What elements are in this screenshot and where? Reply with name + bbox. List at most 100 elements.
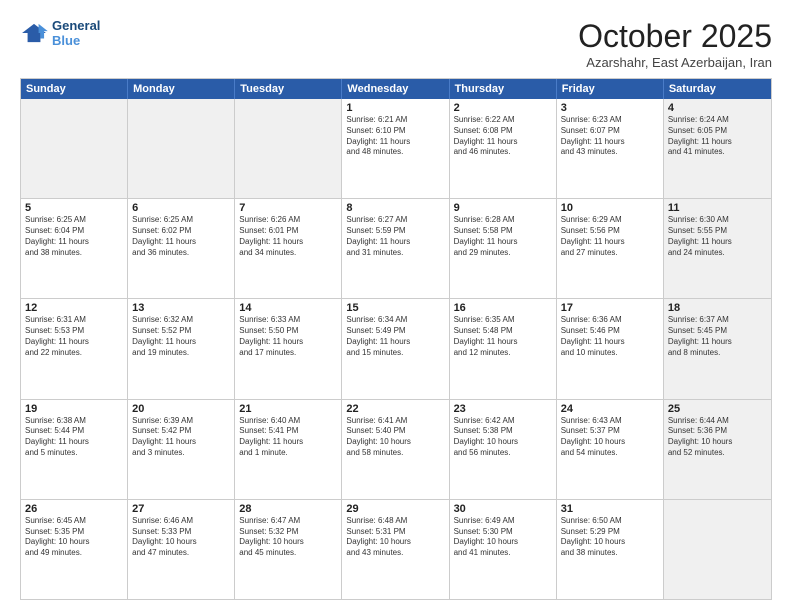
day-info: Sunrise: 6:50 AM Sunset: 5:29 PM Dayligh… <box>561 516 659 559</box>
cal-cell: 15Sunrise: 6:34 AM Sunset: 5:49 PM Dayli… <box>342 299 449 398</box>
logo-text: General Blue <box>52 18 100 48</box>
cal-cell: 10Sunrise: 6:29 AM Sunset: 5:56 PM Dayli… <box>557 199 664 298</box>
cal-cell: 23Sunrise: 6:42 AM Sunset: 5:38 PM Dayli… <box>450 400 557 499</box>
week-row-2: 5Sunrise: 6:25 AM Sunset: 6:04 PM Daylig… <box>21 199 771 299</box>
week-row-1: 1Sunrise: 6:21 AM Sunset: 6:10 PM Daylig… <box>21 99 771 199</box>
cal-cell: 14Sunrise: 6:33 AM Sunset: 5:50 PM Dayli… <box>235 299 342 398</box>
cal-cell: 19Sunrise: 6:38 AM Sunset: 5:44 PM Dayli… <box>21 400 128 499</box>
calendar-body: 1Sunrise: 6:21 AM Sunset: 6:10 PM Daylig… <box>21 99 771 599</box>
day-info: Sunrise: 6:41 AM Sunset: 5:40 PM Dayligh… <box>346 416 444 459</box>
day-number: 24 <box>561 403 659 415</box>
cal-cell: 8Sunrise: 6:27 AM Sunset: 5:59 PM Daylig… <box>342 199 449 298</box>
day-number: 26 <box>25 503 123 515</box>
logo-icon <box>20 22 48 44</box>
header-day-saturday: Saturday <box>664 79 771 99</box>
day-info: Sunrise: 6:48 AM Sunset: 5:31 PM Dayligh… <box>346 516 444 559</box>
cal-cell: 22Sunrise: 6:41 AM Sunset: 5:40 PM Dayli… <box>342 400 449 499</box>
cal-cell: 20Sunrise: 6:39 AM Sunset: 5:42 PM Dayli… <box>128 400 235 499</box>
day-number: 11 <box>668 202 767 214</box>
cal-cell: 7Sunrise: 6:26 AM Sunset: 6:01 PM Daylig… <box>235 199 342 298</box>
day-info: Sunrise: 6:28 AM Sunset: 5:58 PM Dayligh… <box>454 215 552 258</box>
day-number: 5 <box>25 202 123 214</box>
cal-cell: 11Sunrise: 6:30 AM Sunset: 5:55 PM Dayli… <box>664 199 771 298</box>
cal-cell <box>235 99 342 198</box>
day-number: 20 <box>132 403 230 415</box>
day-number: 30 <box>454 503 552 515</box>
cal-cell <box>21 99 128 198</box>
month-title: October 2025 <box>578 18 772 55</box>
day-number: 31 <box>561 503 659 515</box>
cal-cell: 12Sunrise: 6:31 AM Sunset: 5:53 PM Dayli… <box>21 299 128 398</box>
header-day-sunday: Sunday <box>21 79 128 99</box>
cal-cell: 27Sunrise: 6:46 AM Sunset: 5:33 PM Dayli… <box>128 500 235 599</box>
calendar: SundayMondayTuesdayWednesdayThursdayFrid… <box>20 78 772 600</box>
header-day-wednesday: Wednesday <box>342 79 449 99</box>
cal-cell: 2Sunrise: 6:22 AM Sunset: 6:08 PM Daylig… <box>450 99 557 198</box>
day-info: Sunrise: 6:39 AM Sunset: 5:42 PM Dayligh… <box>132 416 230 459</box>
cal-cell: 1Sunrise: 6:21 AM Sunset: 6:10 PM Daylig… <box>342 99 449 198</box>
day-info: Sunrise: 6:42 AM Sunset: 5:38 PM Dayligh… <box>454 416 552 459</box>
day-number: 8 <box>346 202 444 214</box>
cal-cell: 16Sunrise: 6:35 AM Sunset: 5:48 PM Dayli… <box>450 299 557 398</box>
day-info: Sunrise: 6:36 AM Sunset: 5:46 PM Dayligh… <box>561 315 659 358</box>
day-number: 22 <box>346 403 444 415</box>
cal-cell: 31Sunrise: 6:50 AM Sunset: 5:29 PM Dayli… <box>557 500 664 599</box>
day-info: Sunrise: 6:45 AM Sunset: 5:35 PM Dayligh… <box>25 516 123 559</box>
day-number: 28 <box>239 503 337 515</box>
day-info: Sunrise: 6:27 AM Sunset: 5:59 PM Dayligh… <box>346 215 444 258</box>
day-number: 4 <box>668 102 767 114</box>
day-info: Sunrise: 6:37 AM Sunset: 5:45 PM Dayligh… <box>668 315 767 358</box>
week-row-4: 19Sunrise: 6:38 AM Sunset: 5:44 PM Dayli… <box>21 400 771 500</box>
logo: General Blue <box>20 18 100 48</box>
day-info: Sunrise: 6:21 AM Sunset: 6:10 PM Dayligh… <box>346 115 444 158</box>
day-number: 13 <box>132 302 230 314</box>
day-number: 14 <box>239 302 337 314</box>
day-number: 19 <box>25 403 123 415</box>
cal-cell: 9Sunrise: 6:28 AM Sunset: 5:58 PM Daylig… <box>450 199 557 298</box>
day-info: Sunrise: 6:30 AM Sunset: 5:55 PM Dayligh… <box>668 215 767 258</box>
cal-cell: 26Sunrise: 6:45 AM Sunset: 5:35 PM Dayli… <box>21 500 128 599</box>
day-number: 9 <box>454 202 552 214</box>
title-block: October 2025 Azarshahr, East Azerbaijan,… <box>578 18 772 70</box>
day-info: Sunrise: 6:26 AM Sunset: 6:01 PM Dayligh… <box>239 215 337 258</box>
day-info: Sunrise: 6:43 AM Sunset: 5:37 PM Dayligh… <box>561 416 659 459</box>
cal-cell: 28Sunrise: 6:47 AM Sunset: 5:32 PM Dayli… <box>235 500 342 599</box>
header: General Blue October 2025 Azarshahr, Eas… <box>20 18 772 70</box>
day-number: 17 <box>561 302 659 314</box>
day-info: Sunrise: 6:44 AM Sunset: 5:36 PM Dayligh… <box>668 416 767 459</box>
day-info: Sunrise: 6:47 AM Sunset: 5:32 PM Dayligh… <box>239 516 337 559</box>
location: Azarshahr, East Azerbaijan, Iran <box>578 55 772 70</box>
day-number: 7 <box>239 202 337 214</box>
cal-cell: 13Sunrise: 6:32 AM Sunset: 5:52 PM Dayli… <box>128 299 235 398</box>
day-number: 3 <box>561 102 659 114</box>
day-info: Sunrise: 6:22 AM Sunset: 6:08 PM Dayligh… <box>454 115 552 158</box>
header-day-thursday: Thursday <box>450 79 557 99</box>
cal-cell: 3Sunrise: 6:23 AM Sunset: 6:07 PM Daylig… <box>557 99 664 198</box>
week-row-3: 12Sunrise: 6:31 AM Sunset: 5:53 PM Dayli… <box>21 299 771 399</box>
cal-cell: 30Sunrise: 6:49 AM Sunset: 5:30 PM Dayli… <box>450 500 557 599</box>
day-number: 1 <box>346 102 444 114</box>
day-number: 15 <box>346 302 444 314</box>
cal-cell: 5Sunrise: 6:25 AM Sunset: 6:04 PM Daylig… <box>21 199 128 298</box>
day-number: 2 <box>454 102 552 114</box>
page: General Blue October 2025 Azarshahr, Eas… <box>0 0 792 612</box>
day-info: Sunrise: 6:25 AM Sunset: 6:02 PM Dayligh… <box>132 215 230 258</box>
day-number: 6 <box>132 202 230 214</box>
day-number: 12 <box>25 302 123 314</box>
cal-cell: 24Sunrise: 6:43 AM Sunset: 5:37 PM Dayli… <box>557 400 664 499</box>
cal-cell: 25Sunrise: 6:44 AM Sunset: 5:36 PM Dayli… <box>664 400 771 499</box>
day-info: Sunrise: 6:49 AM Sunset: 5:30 PM Dayligh… <box>454 516 552 559</box>
day-info: Sunrise: 6:40 AM Sunset: 5:41 PM Dayligh… <box>239 416 337 459</box>
header-day-monday: Monday <box>128 79 235 99</box>
day-info: Sunrise: 6:24 AM Sunset: 6:05 PM Dayligh… <box>668 115 767 158</box>
day-number: 27 <box>132 503 230 515</box>
day-info: Sunrise: 6:25 AM Sunset: 6:04 PM Dayligh… <box>25 215 123 258</box>
day-number: 16 <box>454 302 552 314</box>
day-info: Sunrise: 6:33 AM Sunset: 5:50 PM Dayligh… <box>239 315 337 358</box>
cal-cell: 21Sunrise: 6:40 AM Sunset: 5:41 PM Dayli… <box>235 400 342 499</box>
cal-cell: 29Sunrise: 6:48 AM Sunset: 5:31 PM Dayli… <box>342 500 449 599</box>
day-info: Sunrise: 6:38 AM Sunset: 5:44 PM Dayligh… <box>25 416 123 459</box>
day-number: 21 <box>239 403 337 415</box>
cal-cell <box>128 99 235 198</box>
day-number: 25 <box>668 403 767 415</box>
